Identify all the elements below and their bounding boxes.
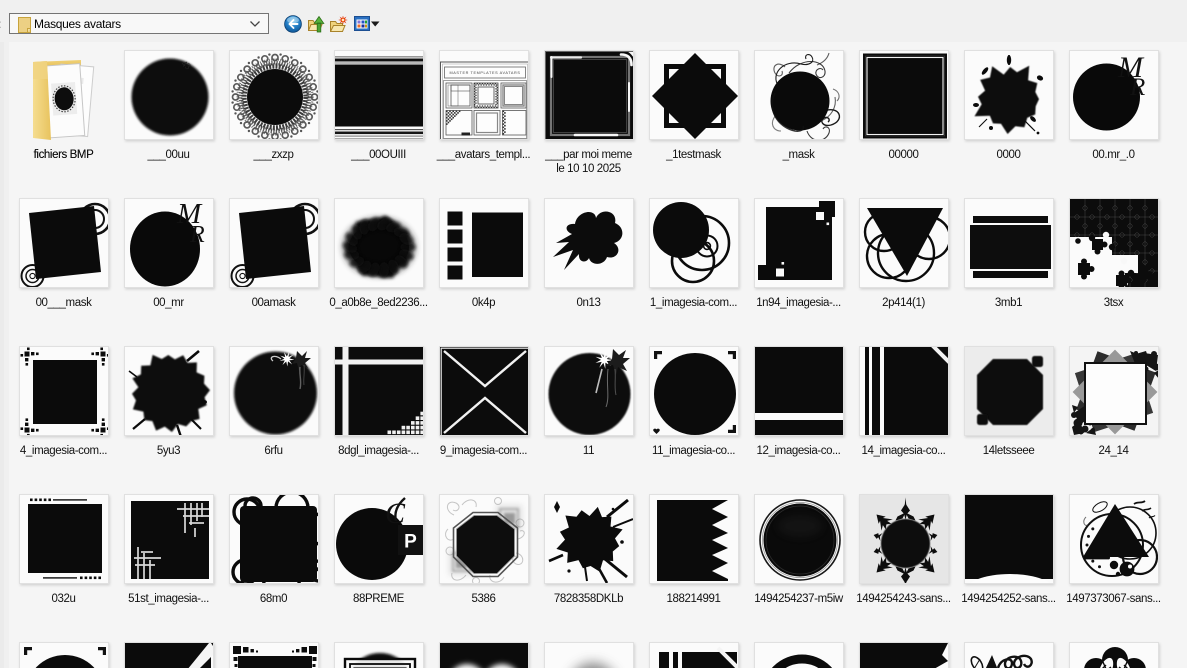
svg-text:MASTER TEMPLATES AVATARS: MASTER TEMPLATES AVATARS xyxy=(449,71,520,75)
svg-text:R: R xyxy=(1129,74,1145,101)
svg-text:P: P xyxy=(404,532,417,553)
svg-text:R: R xyxy=(189,222,205,248)
